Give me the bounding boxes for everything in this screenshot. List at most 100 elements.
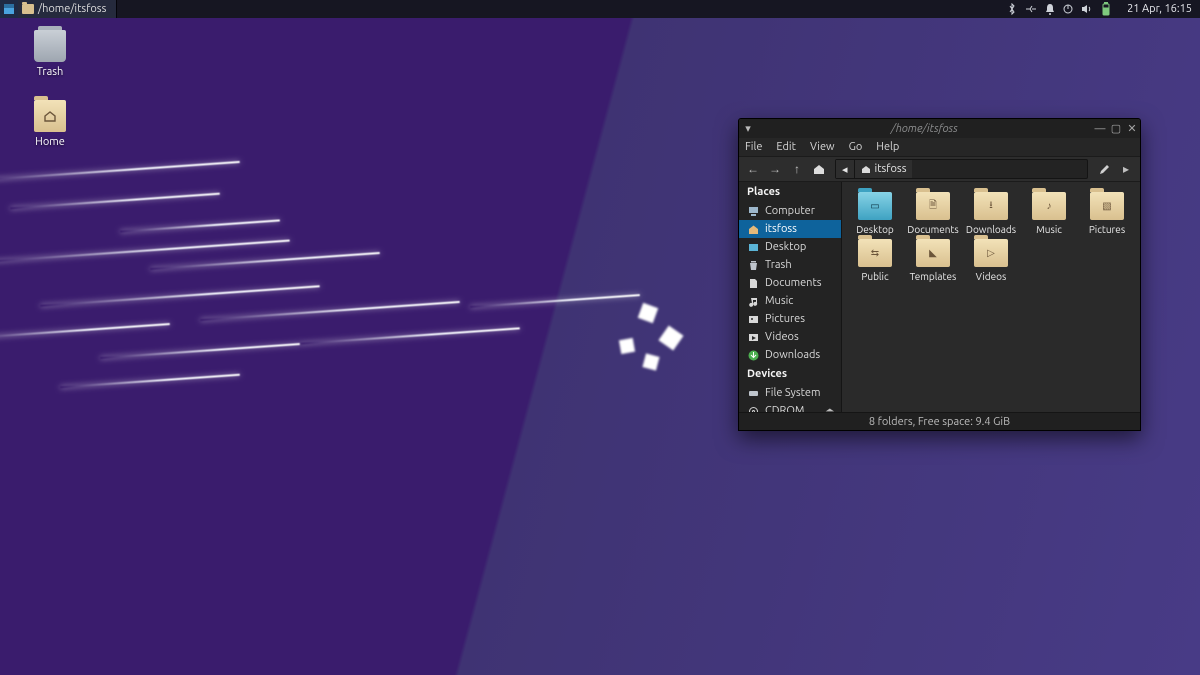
file-label: Desktop [848,224,902,235]
sidebar-item-label: Pictures [765,313,805,325]
panel-clock[interactable]: 21 Apr, 16:15 [1119,3,1200,15]
sidebar-item-label: Videos [765,331,799,343]
sidebar-item-label: Computer [765,205,815,217]
folder-icon [22,4,34,14]
sidebar-item-label: Documents [765,277,822,289]
monitor-icon [747,205,759,217]
file-label: Public [848,271,902,282]
app-menu-button[interactable] [0,0,18,18]
file-label: Pictures [1080,224,1134,235]
video-icon [747,331,759,343]
sidebar-item-documents[interactable]: Documents [739,274,841,292]
sidebar-item-pictures[interactable]: Pictures [739,310,841,328]
menu-file[interactable]: File [745,141,762,153]
folder-icon [34,100,66,132]
desktop-icon-label: Home [18,136,82,148]
menu-view[interactable]: View [810,141,835,153]
file-manager-window: ▾ /home/itsfoss — ▢ ✕ File Edit View Go … [738,118,1141,431]
pathbar[interactable]: ◂ itsfoss [835,159,1088,179]
desktop-icon-trash[interactable]: Trash [18,30,82,78]
folder-icon: ▧ [1090,192,1124,220]
desktop-icon-home[interactable]: Home [18,100,82,148]
sidebar-heading-places: Places [739,182,841,202]
file-grid: ▭ Desktop 🗎 Documents ⭳Downloads ♪ Music ▧ Pictu… [842,182,1140,412]
nav-back-button[interactable]: ← [743,159,763,179]
sidebar-item-downloads[interactable]: Downloads [739,346,841,364]
network-icon[interactable] [1025,4,1037,14]
nav-home-button[interactable] [809,159,829,179]
file-label: Documents [906,224,960,235]
sidebar-item-label: CDROM [765,405,804,412]
menu-edit[interactable]: Edit [776,141,796,153]
file-label: Downloads [964,224,1018,235]
menu-go[interactable]: Go [849,141,863,153]
taskbar-window-title: /home/itsfoss [38,3,106,15]
top-panel: /home/itsfoss 21 Apr, 16:15 [0,0,1200,18]
menu-help[interactable]: Help [876,141,899,153]
eject-icon[interactable]: ⏏ [825,405,835,413]
sidebar-item-itsfoss[interactable]: itsfoss [739,220,841,238]
status-text: 8 folders, Free space: 9.4 GiB [869,416,1010,428]
edit-path-button[interactable] [1094,159,1114,179]
folder-desktop[interactable]: ▭ Desktop [848,192,902,235]
doc-icon [747,277,759,289]
volume-icon[interactable] [1081,4,1093,14]
pic-icon [747,313,759,325]
taskbar-window-button[interactable]: /home/itsfoss [18,0,117,18]
desktop-icon-label: Trash [18,66,82,78]
music-icon [747,295,759,307]
home-icon [747,223,759,235]
sidebar-item-cdrom[interactable]: CDROM ⏏ [739,402,841,412]
window-close-button[interactable]: ✕ [1124,122,1140,135]
system-tray [999,2,1119,16]
sidebar-item-label: Trash [765,259,792,271]
folder-icon: ◣ [916,239,950,267]
folder-downloads[interactable]: ⭳Downloads [964,192,1018,235]
path-segment-home[interactable]: itsfoss [855,160,913,178]
notification-bell-icon[interactable] [1045,3,1055,15]
sidebar: Places Computer itsfoss Desktop Trash Documen… [739,182,842,412]
sidebar-item-label: Desktop [765,241,806,253]
folder-pictures[interactable]: ▧ Pictures [1080,192,1134,235]
sidebar-item-label: Downloads [765,349,820,361]
window-maximize-button[interactable]: ▢ [1108,122,1124,135]
nav-up-button[interactable]: ↑ [787,159,807,179]
desktop-icon [747,241,759,253]
path-segment-label: itsfoss [875,163,907,175]
bluetooth-icon[interactable] [1007,3,1017,15]
sidebar-item-desktop[interactable]: Desktop [739,238,841,256]
window-menu-icon[interactable]: ▾ [739,122,757,135]
drive-icon [747,387,759,399]
sidebar-item-file-system[interactable]: File System [739,384,841,402]
path-prev-button[interactable]: ◂ [836,160,855,178]
window-minimize-button[interactable]: — [1092,123,1108,135]
toolbar-overflow-button[interactable]: ▸ [1116,159,1136,179]
sidebar-item-computer[interactable]: Computer [739,202,841,220]
window-titlebar[interactable]: ▾ /home/itsfoss — ▢ ✕ [739,119,1140,138]
file-label: Music [1022,224,1076,235]
sidebar-item-videos[interactable]: Videos [739,328,841,346]
folder-templates[interactable]: ◣Templates [906,239,960,282]
sidebar-item-label: Music [765,295,793,307]
sidebar-item-music[interactable]: Music [739,292,841,310]
window-title: /home/itsfoss [757,123,1092,135]
folder-icon: ⇆ [858,239,892,267]
folder-icon: ▷ [974,239,1008,267]
toolbar: ← → ↑ ◂ itsfoss ▸ [739,156,1140,182]
folder-public[interactable]: ⇆ Public [848,239,902,282]
disc-icon [747,405,759,412]
battery-icon[interactable] [1101,2,1111,16]
folder-documents[interactable]: 🗎 Documents [906,192,960,235]
nav-forward-button[interactable]: → [765,159,785,179]
folder-icon: 🗎 [916,192,950,220]
sidebar-item-trash[interactable]: Trash [739,256,841,274]
folder-icon: ♪ [1032,192,1066,220]
menubar: File Edit View Go Help [739,138,1140,156]
folder-music[interactable]: ♪ Music [1022,192,1076,235]
power-icon[interactable] [1063,4,1073,14]
sidebar-heading-devices: Devices [739,364,841,384]
folder-icon: ▭ [858,192,892,220]
folder-videos[interactable]: ▷Videos [964,239,1018,282]
statusbar: 8 folders, Free space: 9.4 GiB [739,412,1140,430]
trash-icon [747,259,759,271]
